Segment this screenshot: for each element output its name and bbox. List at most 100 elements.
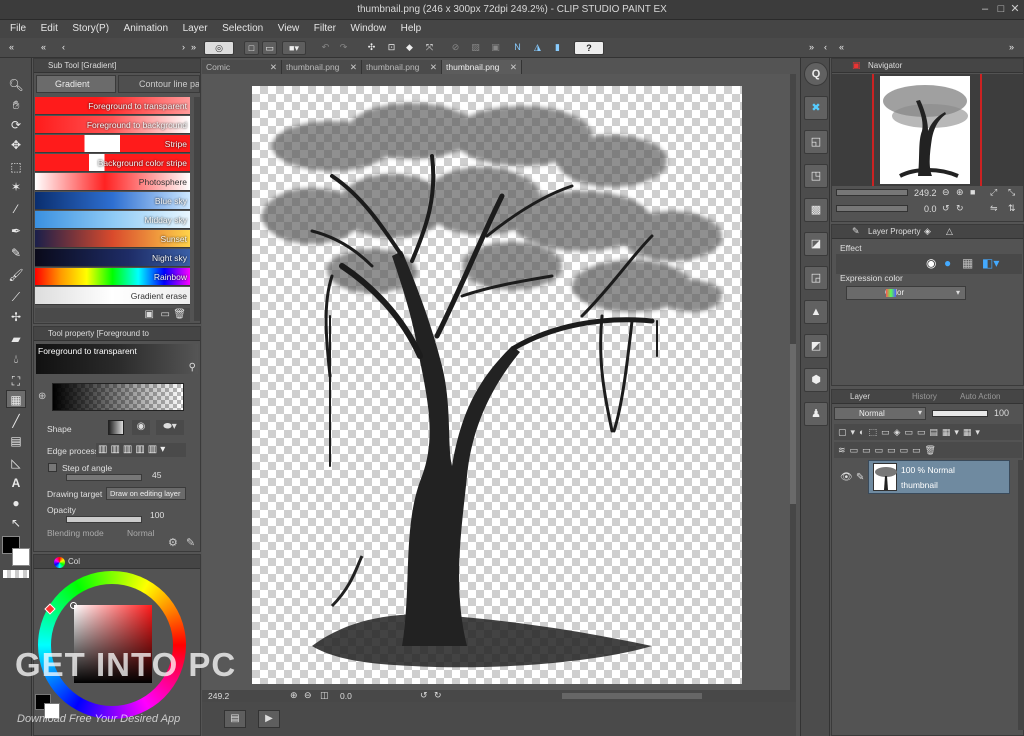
gradient-item[interactable]: Photosphere <box>35 173 190 191</box>
layer-property-tab-icon[interactable]: ✎ <box>852 226 860 237</box>
gradient-item[interactable]: Foreground to background <box>35 116 190 134</box>
menu-filter[interactable]: Filter <box>308 20 342 37</box>
save-icon[interactable]: ■▾ <box>282 41 306 55</box>
material-frame-icon[interactable]: ◩ <box>804 334 828 358</box>
zoom-tool-icon[interactable]: 🔍︎ <box>6 76 26 94</box>
auto-select-icon[interactable]: ✶ <box>6 178 26 196</box>
pencil-icon[interactable]: ✎ <box>856 472 864 483</box>
eyedropper-icon[interactable]: ⁄ <box>6 200 26 218</box>
tab-icon[interactable]: △ <box>946 226 953 237</box>
tab-comic[interactable]: Comic ✕ <box>202 60 282 74</box>
menu-animation[interactable]: Animation <box>118 20 174 37</box>
rotate-right-icon[interactable]: ↻ <box>434 690 442 701</box>
decoration-tool-icon[interactable]: ✢ <box>6 308 26 326</box>
blending-mode-value[interactable]: Normal <box>127 528 154 538</box>
selection-tool-icon[interactable]: ⬚ <box>6 158 26 176</box>
collapse-left-icon[interactable]: « <box>36 41 51 55</box>
tab-icon[interactable]: ◈ <box>924 226 931 237</box>
fit-screen-icon[interactable]: ⤡ <box>1008 187 1015 198</box>
navigator-zoom-value[interactable]: 249.2 <box>914 188 937 198</box>
figure-tool-icon[interactable]: ╱ <box>6 412 26 430</box>
search-icon[interactable]: Q <box>804 62 828 86</box>
color-effect-icon[interactable]: ● <box>944 256 951 270</box>
menu-story[interactable]: Story(P) <box>66 20 115 37</box>
pen-tool-icon[interactable]: ✒︎ <box>6 222 26 240</box>
flip-horizontal-icon[interactable]: ⇋ <box>990 203 998 214</box>
snap-ruler-icon[interactable]: N <box>510 41 525 55</box>
menu-layer[interactable]: Layer <box>177 20 214 37</box>
rotate-right-icon[interactable]: ↻ <box>956 203 964 214</box>
pencil-tool-icon[interactable]: ✎ <box>6 244 26 262</box>
chevron-down-icon[interactable]: ▾ <box>918 408 922 417</box>
eraser-tool-icon[interactable]: ▰ <box>6 330 26 348</box>
tab-thumbnail-active[interactable]: thumbnail.png ✕ <box>442 60 522 74</box>
edge-process-buttons[interactable]: ▥▥▥▥▥▾ <box>96 443 186 457</box>
angle-status[interactable]: 0.0 <box>340 691 352 701</box>
material-image-icon[interactable]: ▲ <box>804 300 828 324</box>
rotate-left-icon[interactable]: ↺ <box>942 203 950 214</box>
ruler-tool-icon[interactable]: ◺ <box>6 454 26 472</box>
chevron-left-icon[interactable]: ‹ <box>818 41 833 55</box>
collapse-left-icon[interactable]: « <box>834 41 849 55</box>
navigator-rotation-slider[interactable] <box>836 205 908 212</box>
horizontal-scrollbar[interactable] <box>562 693 702 699</box>
redo-icon[interactable]: ↷ <box>336 41 351 55</box>
layer-scrollbar[interactable] <box>1018 460 1024 730</box>
eye-icon[interactable]: 👁︎ <box>840 472 853 483</box>
layer-color-icon[interactable]: ◧▾ <box>982 256 999 270</box>
settings-icon[interactable]: ⚙ <box>168 536 178 549</box>
search-icon[interactable]: ⚲ <box>189 362 196 373</box>
blend-mode-select[interactable]: Normal <box>834 407 926 420</box>
material-3d-icon[interactable]: ⬢ <box>804 368 828 392</box>
menu-selection[interactable]: Selection <box>216 20 269 37</box>
material-tone-icon[interactable]: ◳ <box>804 164 828 188</box>
color-picker-marker[interactable] <box>70 602 77 609</box>
undo-icon[interactable]: ↶ <box>318 41 333 55</box>
gradient-item[interactable]: Foreground to transparent <box>35 97 190 115</box>
menu-help[interactable]: Help <box>395 20 428 37</box>
gradient-item[interactable]: Gradient erase <box>35 287 190 305</box>
help-icon[interactable]: ? <box>574 41 604 55</box>
open-file-icon[interactable]: ▭ <box>262 41 277 55</box>
tab-thumbnail-2[interactable]: thumbnail.png ✕ <box>362 60 442 74</box>
snap-grid-icon[interactable]: ▮ <box>550 41 565 55</box>
trash-icon[interactable]: 🗑︎ <box>173 309 186 320</box>
zoom-in-icon[interactable]: ⊕ <box>290 690 298 701</box>
minimize-button[interactable]: – <box>978 2 992 16</box>
clear-icon[interactable]: ⊡ <box>384 41 399 55</box>
expression-color-select[interactable]: Color <box>846 286 966 300</box>
background-color-swatch[interactable] <box>12 548 30 566</box>
new-subtool-icon[interactable]: ▭ <box>161 309 170 320</box>
shape-ellipse-dropdown[interactable]: ⬬▾ <box>156 420 184 435</box>
zoom-out-icon[interactable]: ⊖ <box>942 187 950 198</box>
navigator-preview-area[interactable] <box>832 74 1023 186</box>
chevron-down-icon[interactable]: ▾ <box>956 288 960 297</box>
fit-window-icon[interactable]: ⤢ <box>990 187 997 198</box>
gradient-item[interactable]: Sunset <box>35 230 190 248</box>
menu-edit[interactable]: Edit <box>35 20 64 37</box>
vertical-scrollbar[interactable] <box>790 74 796 690</box>
settings-icon[interactable]: ▣ <box>145 309 154 320</box>
tab-thumbnail-1[interactable]: thumbnail.png ✕ <box>282 60 362 74</box>
transform-icon[interactable]: ✣ <box>364 41 379 55</box>
timeline-icon[interactable]: ▤ <box>224 710 246 728</box>
collapse-right-icon[interactable]: » <box>186 41 201 55</box>
correct-line-tool-icon[interactable]: ↖ <box>6 514 26 532</box>
tab-gradient[interactable]: Gradient <box>36 75 116 93</box>
wrench-icon[interactable]: ✎ <box>186 536 195 549</box>
clip-studio-icon[interactable]: ◎ <box>204 41 234 55</box>
subtool-scrollbar[interactable] <box>194 97 200 321</box>
balloon-tool-icon[interactable]: ● <box>6 494 26 512</box>
scale-icon[interactable]: ⤧ <box>422 41 437 55</box>
gradient-item[interactable]: Midday sky <box>35 211 190 229</box>
tab-history[interactable]: History <box>894 390 937 404</box>
gradient-item[interactable]: Night sky <box>35 249 190 267</box>
deselect-icon[interactable]: ⊘ <box>448 41 463 55</box>
rotate-tool-icon[interactable]: ⟳ <box>6 116 26 134</box>
transparent-color-swatch[interactable] <box>3 570 29 578</box>
material-figure-icon[interactable]: ♟ <box>804 402 828 426</box>
menu-file[interactable]: File <box>0 20 32 37</box>
layer-row[interactable]: 100 % Normal thumbnail <box>868 460 1010 494</box>
airbrush-tool-icon[interactable]: ⟋ <box>6 288 26 306</box>
selection-border-icon[interactable]: ▣ <box>488 41 503 55</box>
